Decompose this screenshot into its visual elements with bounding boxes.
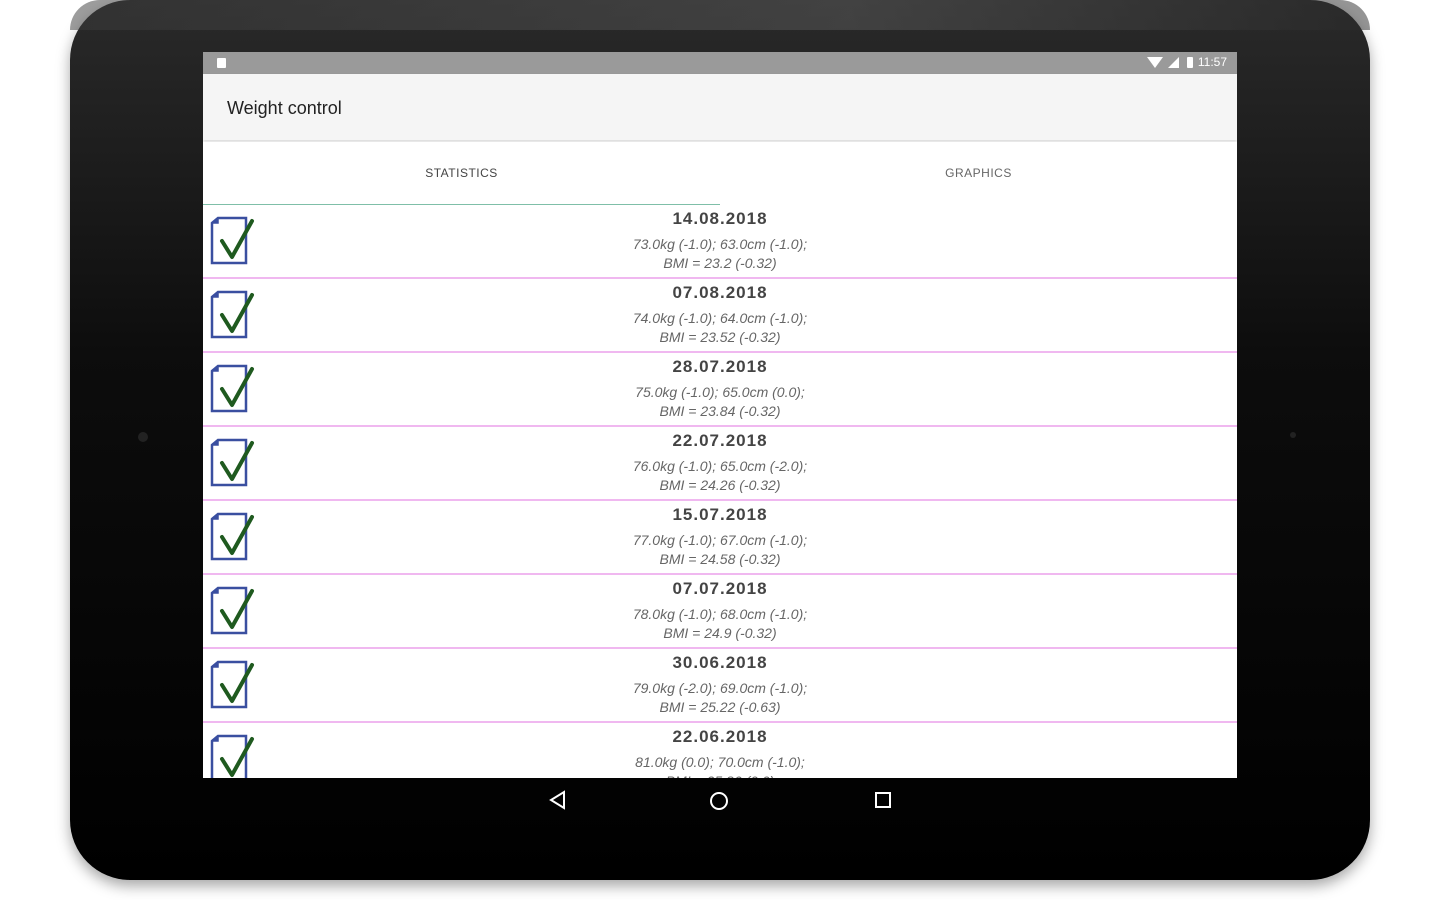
entry-date: 07.08.2018 bbox=[672, 283, 768, 302]
tab-graphics-label: GRAPHICS bbox=[945, 166, 1012, 180]
entry-measurements: 73.0kg (-1.0); 63.0cm (-1.0); bbox=[632, 236, 808, 252]
entry-text: 22.06.201881.0kg (0.0); 70.0cm (-1.0);BM… bbox=[203, 727, 1237, 778]
entry-text: 28.07.2018 75.0kg (-1.0); 65.0cm (0.0); BM… bbox=[203, 357, 1237, 421]
app-bar: Weight control bbox=[203, 74, 1237, 140]
entry-bmi: BMI = 24.9 (-0.32) bbox=[663, 625, 777, 641]
entry-bmi: BMI = 23.2 (-0.32) bbox=[663, 255, 777, 271]
tab-bar: STATISTICS GRAPHICS bbox=[203, 142, 1237, 207]
entry-measurements: 78.0kg (-1.0); 68.0cm (-1.0); bbox=[632, 606, 808, 622]
navigation-bar bbox=[203, 778, 1237, 828]
wifi-icon bbox=[1146, 56, 1163, 68]
home-icon[interactable] bbox=[708, 790, 730, 812]
entry-measurements: 75.0kg (-1.0); 65.0cm (0.0); bbox=[635, 384, 805, 400]
entry-bmi: BMI = 25.22 (-0.63) bbox=[659, 699, 781, 715]
notification-icon bbox=[217, 58, 226, 68]
tab-statistics[interactable]: STATISTICS bbox=[203, 142, 720, 207]
entry-text: 07.08.2018 74.0kg (-1.0); 64.0cm (-1.0); B… bbox=[203, 283, 1237, 347]
entry-text: 15.07.2018 77.0kg (-1.0); 67.0cm (-1.0); B… bbox=[203, 505, 1237, 569]
device-screen: 11:57 Weight control STATISTICS GRAPHICS… bbox=[203, 52, 1237, 778]
entry-measurements: 74.0kg (-1.0); 64.0cm (-1.0); bbox=[632, 310, 808, 326]
status-bar: 11:57 bbox=[203, 52, 1237, 74]
entry-measurements: 77.0kg (-1.0); 67.0cm (-1.0); bbox=[632, 532, 808, 548]
entry-date: 15.07.2018 bbox=[672, 505, 768, 524]
entry-bmi: BMI = 24.26 (-0.32) bbox=[659, 477, 781, 493]
entry-date: 07.07.2018 bbox=[672, 579, 768, 598]
entry-bmi: BMI = 23.84 (-0.32) bbox=[659, 403, 781, 419]
entry-text: 07.07.2018 78.0kg (-1.0); 68.0cm (-1.0); B… bbox=[203, 579, 1237, 643]
list-item[interactable]: 22.06.201881.0kg (0.0); 70.0cm (-1.0);BM… bbox=[203, 723, 1237, 778]
list-item[interactable]: 30.06.2018 79.0kg (-2.0); 69.0cm (-1.0); B… bbox=[203, 649, 1237, 723]
entry-date: 30.06.2018 bbox=[672, 653, 768, 672]
back-icon[interactable] bbox=[548, 790, 568, 810]
list-item[interactable]: 07.08.2018 74.0kg (-1.0); 64.0cm (-1.0); B… bbox=[203, 279, 1237, 353]
battery-icon bbox=[1186, 56, 1193, 68]
entry-measurements: 79.0kg (-2.0); 69.0cm (-1.0); bbox=[632, 680, 808, 696]
entry-text: 14.08.2018 73.0kg (-1.0); 63.0cm (-1.0); B… bbox=[203, 209, 1237, 273]
entry-list[interactable]: 14.08.2018 73.0kg (-1.0); 63.0cm (-1.0); B… bbox=[203, 205, 1237, 778]
list-item[interactable]: 15.07.2018 77.0kg (-1.0); 67.0cm (-1.0); B… bbox=[203, 501, 1237, 575]
tab-graphics[interactable]: GRAPHICS bbox=[720, 142, 1237, 204]
entry-text: 30.06.2018 79.0kg (-2.0); 69.0cm (-1.0); B… bbox=[203, 653, 1237, 717]
entry-measurements: 81.0kg (0.0); 70.0cm (-1.0); bbox=[635, 754, 805, 770]
recents-icon[interactable] bbox=[873, 790, 893, 810]
entry-date: 22.06.2018 bbox=[672, 727, 768, 746]
list-item[interactable]: 22.07.2018 76.0kg (-1.0); 65.0cm (-2.0); B… bbox=[203, 427, 1237, 501]
entry-bmi: BMI = 24.58 (-0.32) bbox=[659, 551, 781, 567]
list-item[interactable]: 28.07.2018 75.0kg (-1.0); 65.0cm (0.0); BM… bbox=[203, 353, 1237, 427]
entry-date: 28.07.2018 bbox=[672, 357, 768, 376]
tablet-frame-highlight bbox=[70, 0, 1370, 30]
status-icons: 11:57 bbox=[1146, 55, 1227, 69]
sensor-dot bbox=[1290, 432, 1296, 438]
tab-statistics-label: STATISTICS bbox=[425, 166, 498, 180]
list-item[interactable]: 07.07.2018 78.0kg (-1.0); 68.0cm (-1.0); B… bbox=[203, 575, 1237, 649]
entry-date: 14.08.2018 bbox=[672, 209, 768, 228]
entry-measurements: 76.0kg (-1.0); 65.0cm (-2.0); bbox=[632, 458, 808, 474]
list-item[interactable]: 14.08.2018 73.0kg (-1.0); 63.0cm (-1.0); B… bbox=[203, 205, 1237, 279]
entry-bmi: BMI = 23.52 (-0.32) bbox=[659, 329, 781, 345]
signal-icon bbox=[1167, 56, 1179, 68]
app-title: Weight control bbox=[227, 98, 342, 118]
front-camera-dot bbox=[138, 432, 148, 442]
status-time: 11:57 bbox=[1197, 55, 1227, 69]
entry-date: 22.07.2018 bbox=[672, 431, 768, 450]
entry-text: 22.07.2018 76.0kg (-1.0); 65.0cm (-2.0); B… bbox=[203, 431, 1237, 495]
